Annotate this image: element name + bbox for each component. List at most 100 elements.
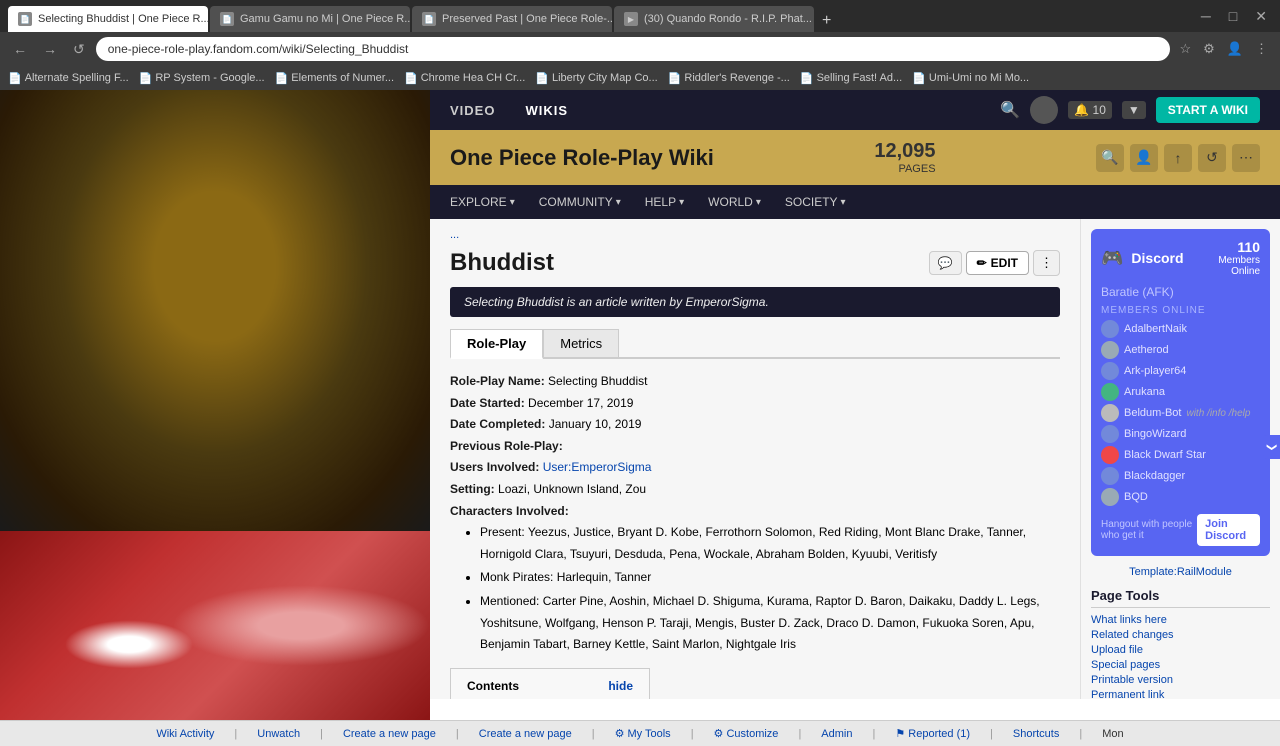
minimize-button[interactable]: ─ — [1196, 6, 1216, 26]
back-button[interactable]: ← — [8, 39, 32, 59]
wiki-top-nav: VIDEO WIKIS 🔍 🔔 10 ▼ START A WIKI — [430, 90, 1280, 130]
user-avatar[interactable] — [1030, 96, 1058, 124]
create-page-link-2[interactable]: Create a new page — [479, 728, 572, 740]
shortcuts-link[interactable]: Shortcuts — [1013, 728, 1059, 740]
tab-favicon-2: 📄 — [220, 12, 234, 26]
wiki-search-icon[interactable]: 🔍 — [1096, 144, 1124, 172]
toolbar-icons: ☆ ⚙ 👤 ⋮ — [1176, 39, 1273, 59]
discord-title: Discord — [1131, 250, 1183, 266]
bookmark-1[interactable]: 📄 Alternate Spelling F... — [8, 72, 129, 85]
edit-button[interactable]: ✏ EDIT — [966, 251, 1029, 275]
bookmark-4[interactable]: 📄 Chrome Hea CH Cr... — [404, 72, 525, 85]
day-indicator: Mon — [1102, 728, 1123, 740]
permanent-link-link[interactable]: Permanent link — [1091, 689, 1270, 699]
nav-video[interactable]: VIDEO — [450, 103, 495, 118]
setting-label: Setting: — [450, 482, 495, 496]
tab-2[interactable]: 📄 Gamu Gamu no Mi | One Piece R... ✕ — [210, 6, 410, 32]
related-changes-link[interactable]: Related changes — [1091, 629, 1270, 641]
bookmark-5[interactable]: 📄 Liberty City Map Co... — [535, 72, 657, 85]
start-wiki-button[interactable]: START A WIKI — [1156, 97, 1260, 123]
search-button[interactable]: 🔍 — [1000, 100, 1020, 120]
member-row-1: AdalbertNaik — [1101, 320, 1260, 338]
page-tools-title: Page Tools — [1091, 588, 1270, 608]
member-name-4: Arukana — [1124, 386, 1165, 398]
date-started-value: December 17, 2019 — [528, 396, 633, 410]
webcam-face — [0, 90, 430, 531]
tab-favicon-3: 📄 — [422, 12, 436, 26]
member-name-9: BQD — [1124, 491, 1148, 503]
nav-explore[interactable]: EXPLORE▾ — [440, 185, 525, 219]
wiki-header-icons: 🔍 👤 ↑ ↺ ⋯ — [1096, 144, 1260, 172]
bookmark-7[interactable]: 📄 Selling Fast! Ad... — [800, 72, 902, 85]
reload-button[interactable]: ↺ — [68, 39, 90, 60]
admin-link[interactable]: Admin — [821, 728, 852, 740]
more-options-button[interactable]: ⋮ — [1033, 250, 1060, 276]
edit-icon: ✏ — [977, 256, 987, 270]
bookmark-icon[interactable]: ☆ — [1176, 39, 1196, 59]
wiki-nav-bar: EXPLORE▾ COMMUNITY▾ HELP▾ WORLD▾ SOCIETY… — [430, 185, 1280, 219]
member-name-5: Beldum-Bot — [1124, 407, 1181, 419]
my-tools-link[interactable]: ⚙ My Tools — [615, 727, 671, 740]
author-text: Selecting Bhuddist is an article written… — [464, 295, 769, 309]
member-avatar-1 — [1101, 320, 1119, 338]
new-tab-button[interactable]: + — [816, 10, 837, 32]
mentioned-chars-item: Mentioned: Carter Pine, Aoshin, Michael … — [480, 591, 1060, 656]
wiki-refresh-icon[interactable]: ↺ — [1198, 144, 1226, 172]
printable-version-link[interactable]: Printable version — [1091, 674, 1270, 686]
monk-pirates-item: Monk Pirates: Harlequin, Tanner — [480, 567, 1060, 589]
close-button[interactable]: ✕ — [1250, 6, 1272, 27]
menu-icon[interactable]: ⋮ — [1251, 39, 1272, 59]
users-involved-link[interactable]: User:EmperorSigma — [543, 460, 652, 474]
sidebar-collapse-button[interactable]: ❯ — [1263, 435, 1280, 459]
profile-icon[interactable]: 👤 — [1223, 39, 1247, 59]
special-pages-link[interactable]: Special pages — [1091, 659, 1270, 671]
tab-roleplay[interactable]: Role-Play — [450, 329, 543, 359]
notifications-button[interactable]: 🔔 10 — [1068, 101, 1112, 119]
nav-society[interactable]: SOCIETY▾ — [775, 185, 856, 219]
toc-header: Contents hide — [467, 679, 633, 693]
member-row-7: Black Dwarf Star — [1101, 446, 1260, 464]
tab-1[interactable]: 📄 Selecting Bhuddist | One Piece R... ✕ — [8, 6, 208, 32]
member-row-6: BingoWizard — [1101, 425, 1260, 443]
upload-file-link[interactable]: Upload file — [1091, 644, 1270, 656]
address-bar[interactable]: one-piece-role-play.fandom.com/wiki/Sele… — [96, 37, 1170, 61]
forward-button[interactable]: → — [38, 39, 62, 59]
customize-link[interactable]: ⚙ Customize — [714, 727, 779, 740]
wiki-more-icon[interactable]: ⋯ — [1232, 144, 1260, 172]
breadcrumb[interactable]: ... — [450, 229, 1060, 241]
nav-help[interactable]: HELP▾ — [635, 185, 694, 219]
tab-metrics[interactable]: Metrics — [543, 329, 619, 357]
anime-art — [0, 531, 430, 720]
template-rail-link[interactable]: Template:RailModule — [1091, 566, 1270, 578]
member-avatar-4 — [1101, 383, 1119, 401]
what-links-here-link[interactable]: What links here — [1091, 614, 1270, 626]
tab-4[interactable]: ▶ (30) Quando Rondo - R.I.P. Phat... ✕ — [614, 6, 814, 32]
member-row-5: Beldum-Bot with /info /help — [1101, 404, 1260, 422]
unwatch-link[interactable]: Unwatch — [257, 728, 300, 740]
mentioned-chars-text: Carter Pine, Aoshin, Michael D. Shiguma,… — [480, 594, 1040, 651]
wiki-user-icon[interactable]: 👤 — [1130, 144, 1158, 172]
create-page-link-1[interactable]: Create a new page — [343, 728, 436, 740]
member-name-2: Aetherod — [1124, 344, 1169, 356]
more-menu-button[interactable]: ▼ — [1122, 101, 1146, 119]
mentioned-label: Mentioned: — [480, 594, 539, 608]
maximize-button[interactable]: □ — [1224, 6, 1242, 26]
join-discord-button[interactable]: Join Discord — [1197, 514, 1260, 546]
wiki-history-icon[interactable]: ↑ — [1164, 144, 1192, 172]
bookmark-8[interactable]: 📄 Umi-Umi no Mi Mo... — [912, 72, 1029, 85]
reported-link[interactable]: ⚑ Reported (1) — [895, 727, 970, 740]
nav-world[interactable]: WORLD▾ — [698, 185, 771, 219]
nav-wikis[interactable]: WIKIS — [525, 103, 568, 118]
nav-community[interactable]: COMMUNITY▾ — [529, 185, 631, 219]
bookmarks-bar: 📄 Alternate Spelling F... 📄 RP System - … — [0, 66, 1280, 90]
comment-button[interactable]: 💬 — [929, 251, 962, 275]
toc-hide-button[interactable]: hide — [608, 679, 633, 693]
bookmark-6[interactable]: 📄 Riddler's Revenge -... — [668, 72, 790, 85]
discord-server-name: Baratie (AFK) — [1101, 285, 1260, 299]
extensions-icon[interactable]: ⚙ — [1199, 39, 1219, 59]
bookmark-3[interactable]: 📄 Elements of Numer... — [275, 72, 394, 85]
bookmark-2[interactable]: 📄 RP System - Google... — [139, 72, 265, 85]
wiki-activity-link[interactable]: Wiki Activity — [156, 728, 214, 740]
tab-3[interactable]: 📄 Preserved Past | One Piece Role-... ✕ — [412, 6, 612, 32]
tab-label-1: Selecting Bhuddist | One Piece R... — [38, 13, 208, 25]
